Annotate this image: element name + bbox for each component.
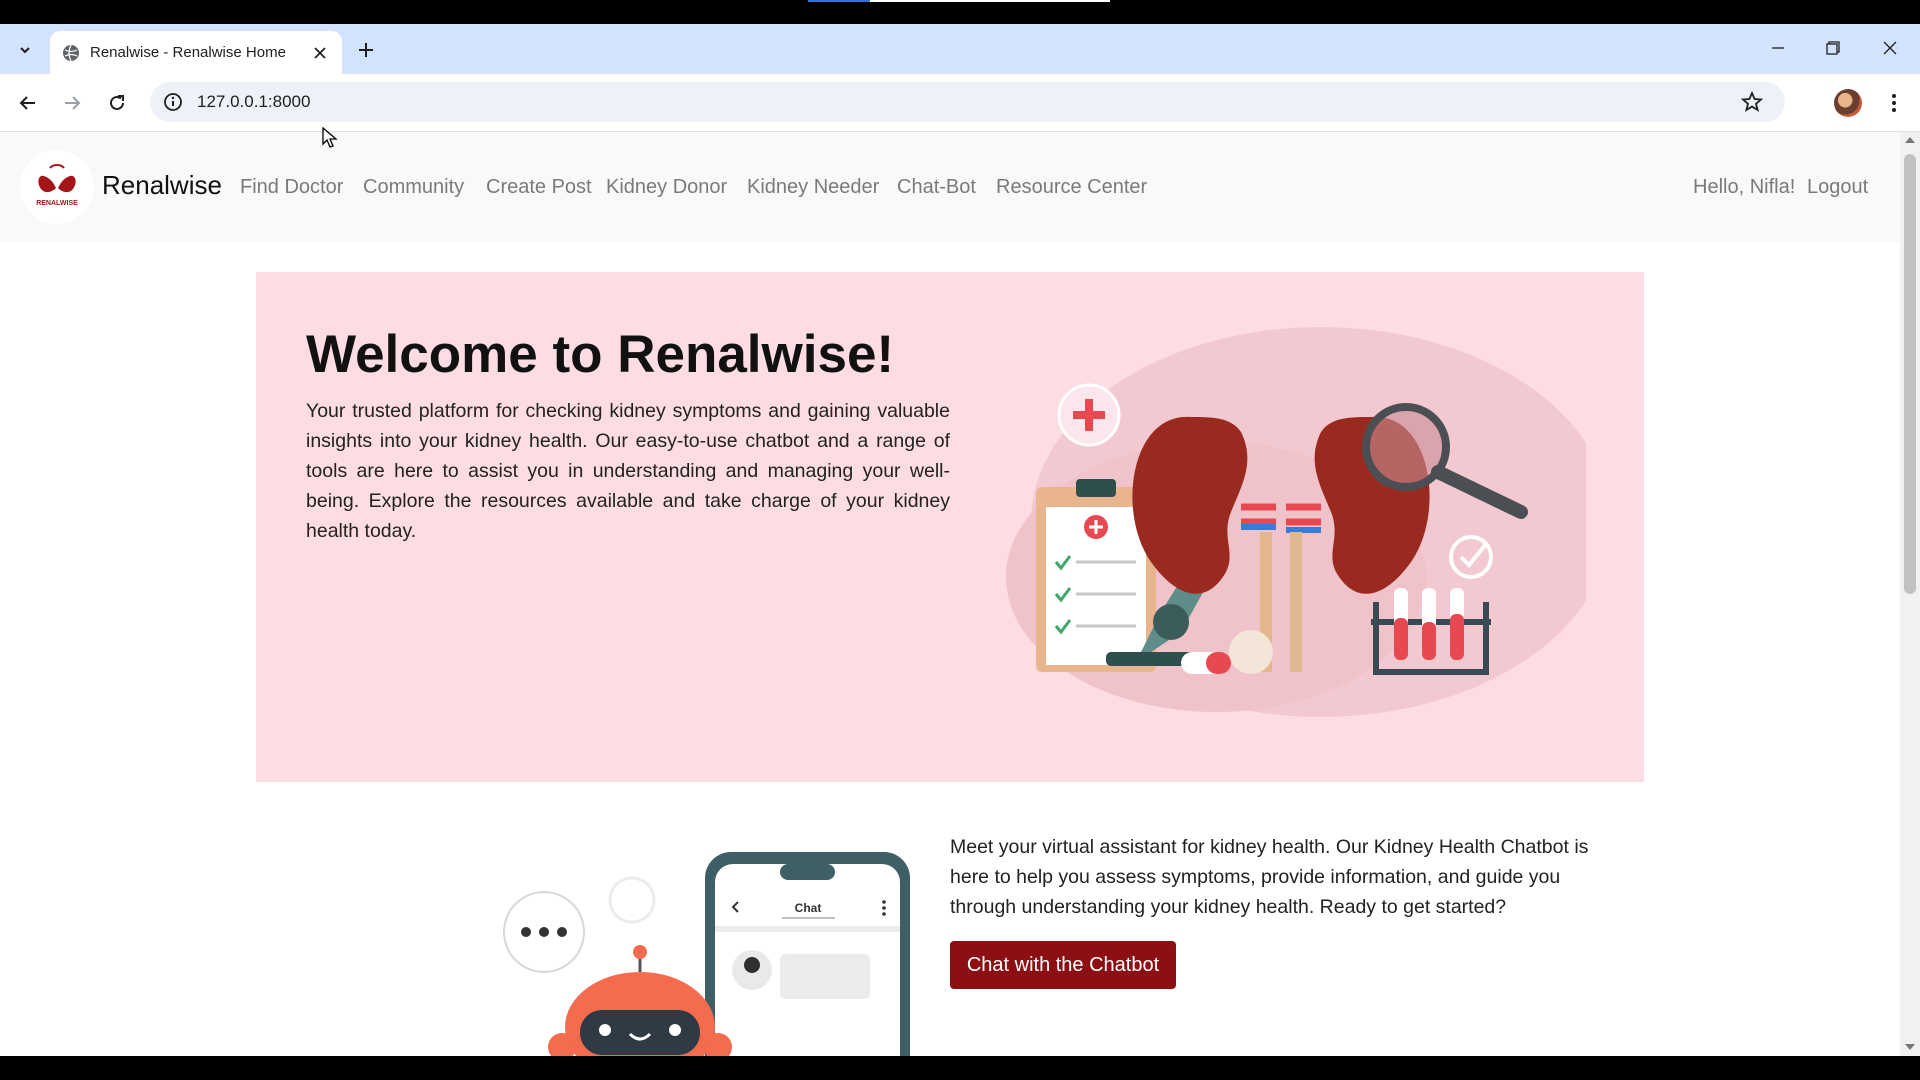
url-text: 127.0.0.1:8000: [197, 92, 311, 111]
new-tab-button[interactable]: [352, 36, 380, 64]
scroll-thumb[interactable]: [1904, 154, 1916, 594]
site-logo[interactable]: RENALWISE: [20, 150, 94, 224]
tab-bar: Renalwise - Renalwise Home: [0, 24, 1920, 74]
forward-arrow-icon: [65, 96, 81, 110]
back-button[interactable]: [12, 87, 44, 119]
nav-community[interactable]: Community: [363, 176, 464, 199]
chat-with-chatbot-button[interactable]: Chat with the Chatbot: [950, 941, 1176, 989]
user-greeting: Hello, Nifla!: [1693, 176, 1796, 198]
more-vertical-icon: [1892, 94, 1896, 112]
tab-title: Renalwise - Renalwise Home: [90, 44, 286, 61]
reload-button[interactable]: [101, 87, 133, 119]
address-bar[interactable]: 127.0.0.1:8000: [150, 82, 1785, 122]
browser-menu-button[interactable]: [1880, 89, 1908, 117]
globe-icon: [63, 44, 79, 62]
nav-create-post[interactable]: Create Post: [486, 176, 592, 199]
logo-text: RENALWISE: [36, 200, 78, 207]
phone-chat-header: Chat: [795, 901, 822, 915]
brand-name[interactable]: Renalwise: [102, 170, 222, 201]
tab-search-button[interactable]: [12, 37, 38, 63]
page-scrollbar[interactable]: [1900, 132, 1920, 1056]
forward-button[interactable]: [56, 87, 88, 119]
hero-title: Welcome to Renalwise!: [306, 325, 895, 384]
loading-indicator-accent: [808, 0, 870, 2]
back-arrow-icon: [19, 96, 35, 110]
restore-button[interactable]: [1811, 32, 1855, 64]
plus-icon: [359, 43, 373, 57]
chevron-down-icon: [20, 47, 30, 54]
reload-icon: [110, 95, 124, 110]
hero-description: Your trusted platform for checking kidne…: [306, 400, 950, 542]
close-icon: [1883, 41, 1897, 55]
kidney-health-illustration: [1006, 327, 1586, 717]
scroll-up-arrow-icon[interactable]: [1905, 137, 1915, 143]
nav-chat-bot[interactable]: Chat-Bot: [897, 176, 976, 199]
logout-link[interactable]: Logout: [1807, 176, 1868, 199]
web-page: RENALWISE Renalwise Find Doctor Communit…: [0, 132, 1900, 1056]
nav-find-doctor[interactable]: Find Doctor: [240, 176, 343, 199]
browser-tab-active[interactable]: Renalwise - Renalwise Home: [50, 31, 342, 74]
nav-kidney-needer[interactable]: Kidney Needer: [747, 176, 879, 199]
minimize-icon: [1772, 47, 1784, 49]
browser-toolbar: 127.0.0.1:8000: [0, 74, 1920, 132]
hero-section: Welcome to Renalwise! Your trusted platf…: [256, 272, 1644, 782]
kidney-logo-icon: RENALWISE: [36, 164, 78, 207]
tab-close-button[interactable]: [308, 41, 332, 65]
nav-kidney-donor[interactable]: Kidney Donor: [606, 176, 727, 199]
restore-icon: [1826, 41, 1840, 55]
browser-chrome: Renalwise - Renalwise Home 127.0.0.1:800…: [0, 24, 1920, 132]
scroll-down-arrow-icon[interactable]: [1905, 1044, 1915, 1050]
bookmark-star-icon[interactable]: [1740, 90, 1764, 114]
top-strip: [0, 0, 1920, 24]
close-icon: [314, 47, 326, 59]
chatbot-description: Meet your virtual assistant for kidney h…: [950, 836, 1589, 918]
close-window-button[interactable]: [1868, 32, 1912, 64]
mouse-cursor-icon: [322, 127, 338, 148]
minimize-button[interactable]: [1756, 32, 1800, 64]
site-navbar: RENALWISE Renalwise Find Doctor Communit…: [0, 132, 1900, 242]
nav-resource-center[interactable]: Resource Center: [996, 176, 1147, 199]
site-info-icon[interactable]: [162, 91, 184, 113]
chatbot-illustration: Chat: [503, 852, 910, 1056]
profile-avatar[interactable]: [1834, 89, 1862, 117]
